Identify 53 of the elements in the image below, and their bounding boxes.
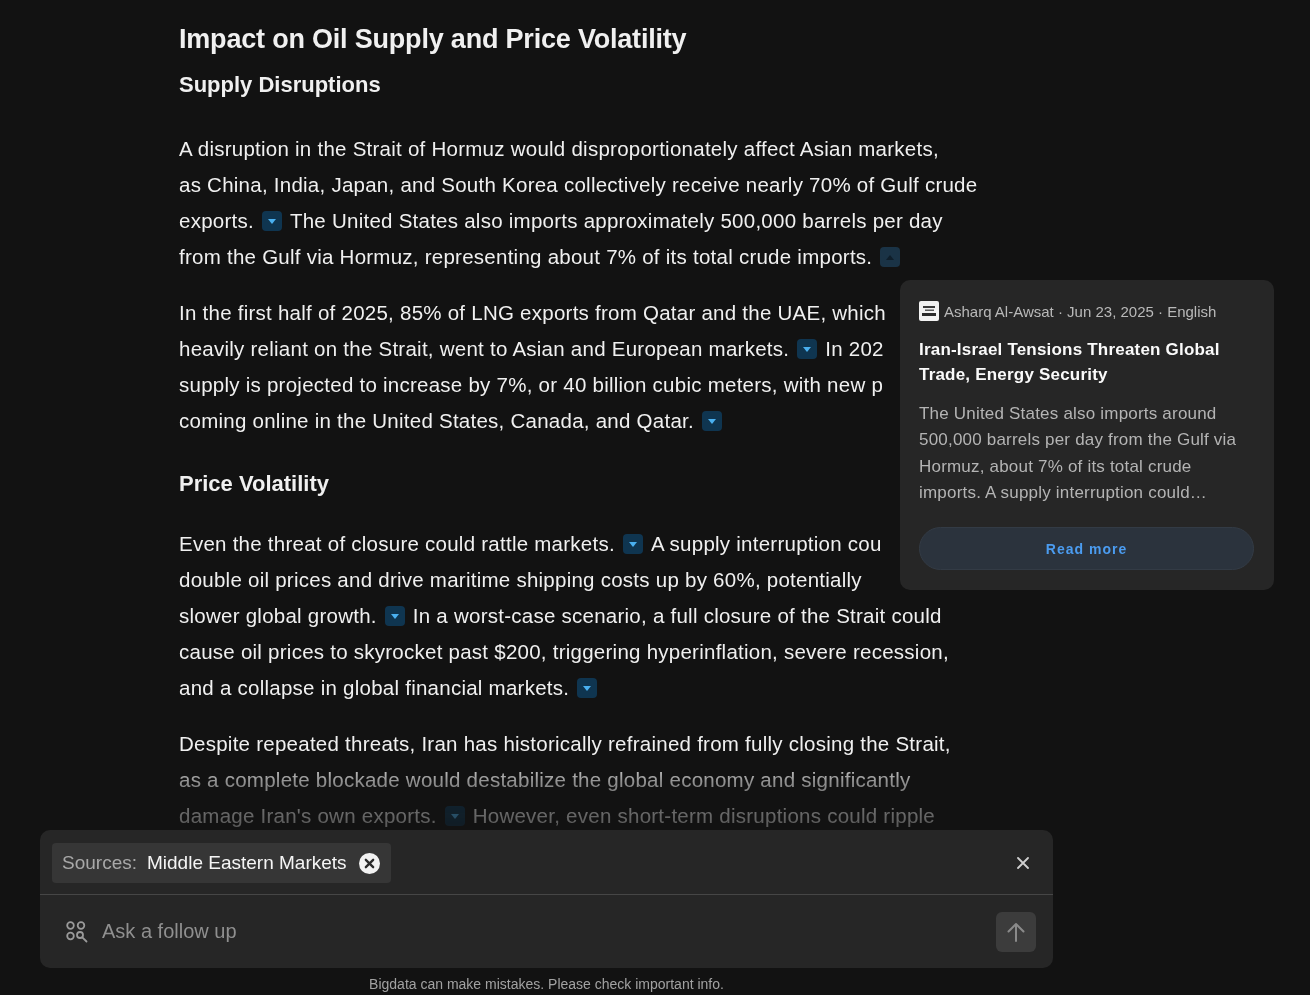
article-title: Impact on Oil Supply and Price Volatility xyxy=(179,23,687,56)
body-text: as a complete blockade would destabilize the global economy and significantly xyxy=(179,768,911,792)
body-text: exports. xyxy=(179,209,254,233)
body-text: and a collapse in global financial markets. xyxy=(179,676,570,700)
body-text: cause oil prices to skyrocket past $200, triggering hyperinflation, severe recession, xyxy=(179,640,949,664)
citation-button[interactable] xyxy=(622,534,643,554)
close-circle-icon xyxy=(358,852,380,874)
caret-down-icon xyxy=(707,418,716,424)
body-text: In the first half of 2025, 85% of LNG exports from Qatar and the UAE, which xyxy=(179,301,886,325)
body-text: Despite repeated threats, Iran has historically refrained from fully closing the Strait, xyxy=(179,732,951,756)
body-text: double oil prices and drive maritime shipping costs up by 60%, potentially xyxy=(179,568,862,592)
caret-up-icon xyxy=(886,254,895,260)
citation-button[interactable] xyxy=(577,678,598,698)
body-text: slower global growth. xyxy=(179,604,377,628)
body-text: However, even short-term disruptions could ripple xyxy=(472,804,935,828)
citation-button[interactable] xyxy=(261,211,282,231)
article-headline: Iran-Israel Tensions Threaten Global Trade, Energy Security xyxy=(919,339,1221,386)
caret-down-icon xyxy=(450,813,459,819)
body-text: A supply interruption cou xyxy=(650,532,882,556)
arrow-up-icon xyxy=(1006,921,1026,942)
follow-up-input[interactable]: Ask a follow up xyxy=(102,916,982,947)
remove-source-button[interactable] xyxy=(358,852,380,874)
caret-down-icon xyxy=(267,218,276,224)
citation-button[interactable] xyxy=(384,606,405,626)
chip-label: Sources: xyxy=(62,852,137,874)
body-text: damage Iran's own exports. xyxy=(179,804,437,828)
body-text: coming online in the United States, Canada, and Qatar. xyxy=(179,409,694,433)
body-text: In a worst-case scenario, a full closure of the Strait could xyxy=(412,604,942,628)
section-heading: Supply Disruptions xyxy=(179,71,381,99)
source-snippet: The United States also imports around 500,000 barrels per day from the Gulf via Hormuz, about 7% of its total crude imports. A supply interruption could… xyxy=(919,403,1238,504)
caret-down-icon xyxy=(628,541,637,547)
body-text: Even the threat of closure could rattle markets. xyxy=(179,532,615,556)
caret-down-icon xyxy=(390,613,399,619)
source-meta: Asharq Al-Awsat · Jun 23, 2025 · English xyxy=(944,302,1217,320)
body-text: as China, India, Japan, and South Korea collectively receive nearly 70% of Gulf crude xyxy=(179,173,978,197)
body-text: The United States also imports approximately 500,000 barrels per day xyxy=(289,209,943,233)
section-heading: Price Volatility xyxy=(179,470,329,498)
caret-down-icon xyxy=(803,346,812,352)
close-icon xyxy=(1017,857,1029,869)
citation-button[interactable] xyxy=(701,411,722,431)
body-text: In 202 xyxy=(825,337,884,361)
body-text: A disruption in the Strait of Hormuz would disproportionately affect Asian markets, xyxy=(179,137,939,161)
citation-button[interactable] xyxy=(797,339,818,359)
close-button[interactable] xyxy=(1017,857,1029,869)
body-text: supply is projected to increase by 7%, or 40 billion cubic meters, with new p xyxy=(179,373,884,397)
chip-value: Middle Eastern Markets xyxy=(147,852,347,874)
body-text: from the Gulf via Hormuz, representing about 7% of its total crude imports. xyxy=(179,245,873,269)
apps-search-icon xyxy=(66,920,88,943)
caret-down-icon xyxy=(583,685,592,691)
read-more-button[interactable]: Read more xyxy=(919,527,1254,570)
disclaimer-text: Bigdata can make mistakes. Please check important info. xyxy=(369,976,724,992)
body-text: heavily reliant on the Strait, went to Asian and European markets. xyxy=(179,337,790,361)
source-logo-icon xyxy=(919,301,939,321)
